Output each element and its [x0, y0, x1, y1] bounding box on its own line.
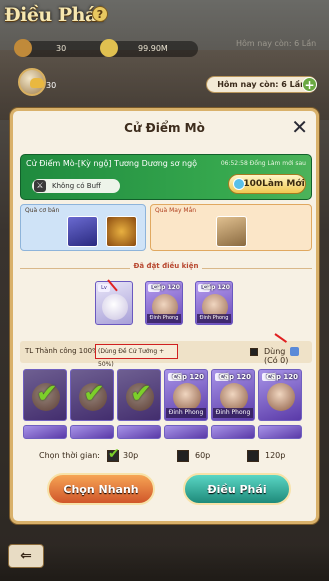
refresh-button-label: 100Làm Mới — [243, 179, 305, 189]
hero-slot-7[interactable] — [23, 425, 67, 439]
assigned-card-2[interactable]: Lv Cấp 120 Đinh Phong — [145, 281, 183, 325]
gem-icon — [233, 178, 245, 190]
luck-reward-label: Quà May Mắn — [155, 207, 197, 214]
check-icon: ✔ — [83, 379, 105, 409]
resource-2: 99.90M — [100, 39, 198, 57]
success-rate: TL Thành công 100% — [25, 347, 99, 355]
ingot-icon — [30, 78, 44, 88]
quick-select-button[interactable]: Chọn Nhanh — [47, 473, 155, 505]
dispatch-modal: Cử Điểm Mò ✕ Cử Điểm Mò-[Kỳ ngộ] Tương D… — [10, 108, 319, 524]
hero-slot-5[interactable]: Lv Cấp 120 Đinh Phong — [211, 369, 255, 421]
card-cap: Cấp 120 — [202, 284, 230, 291]
reward-item-hero-icon[interactable] — [216, 216, 247, 247]
base-reward-box: Quà cơ bản — [20, 204, 146, 251]
ingot-value: 30 — [46, 81, 57, 90]
card-cap: Cấp 120 — [266, 373, 298, 381]
card-cap: Cấp 120 — [152, 284, 180, 291]
resource-1-icon — [14, 39, 32, 57]
buff-label: Không có Buff — [52, 182, 101, 190]
card-tag: Đinh Phong — [197, 314, 231, 323]
refresh-timer: 06:52:58 Đổng Làm mới sau — [220, 160, 306, 167]
remaining-count: Hôm nay còn: 6 Lần — [206, 76, 317, 93]
time-120-checkbox[interactable] — [247, 450, 259, 462]
base-reward-label: Quà cơ bản — [25, 207, 60, 214]
hero-slot-4[interactable]: Lv Cấp 120 Đinh Phong — [164, 369, 208, 421]
hero-slot-10[interactable] — [164, 425, 208, 439]
hero-portrait — [173, 383, 201, 411]
hero-slot-6[interactable]: Lv Cấp 120 — [258, 369, 302, 421]
close-icon[interactable]: ✕ — [291, 117, 308, 137]
hero-slot-2[interactable]: ✔ — [70, 369, 114, 421]
check-icon: ✔ — [36, 379, 58, 409]
check-icon: ✔ — [108, 446, 120, 462]
bottom-band — [0, 545, 329, 581]
time-30-checkbox[interactable]: ✔ — [107, 446, 120, 462]
back-icon[interactable]: ⇐ — [8, 544, 44, 568]
hero-slot-1[interactable]: ✔ — [23, 369, 67, 421]
time-30-label: 30p — [123, 451, 139, 460]
top-bar: Điều Phái ? 30 99.90M Hôm nay còn: 6 Lần… — [0, 0, 329, 112]
assigned-card-3[interactable]: Lv Cấp 120 Đinh Phong — [195, 281, 233, 325]
luck-reward-box: Quà May Mắn — [150, 204, 312, 251]
help-icon[interactable]: ? — [92, 6, 108, 22]
card-tag: Đinh Phong — [213, 408, 253, 418]
use-text: Dùng — [264, 347, 286, 356]
card-cap: Cấp 120 — [219, 373, 251, 381]
buff-status: ⚔ Không có Buff — [32, 179, 120, 193]
bonus-note: (Dùng Đề Cử Tướng + 50%) — [95, 344, 178, 368]
dispatch-button[interactable]: Điều Phái — [183, 473, 291, 505]
page-title: Điều Phái — [4, 4, 104, 26]
refresh-button[interactable]: 100Làm Mới — [228, 174, 306, 194]
faded-remaining-text: Hôm nay còn: 6 Lần — [236, 39, 317, 48]
hero-portrait — [267, 383, 295, 411]
reward-item-book-icon[interactable] — [67, 216, 98, 247]
reward-item-gold-icon[interactable] — [106, 216, 137, 247]
use-label: Dùng (Có 0) — [264, 347, 312, 365]
modal-title: Cử Điểm Mò — [124, 121, 205, 135]
assigned-label: Đã đặt điều kiện — [133, 262, 199, 270]
time-60-label: 60p — [195, 451, 211, 460]
time-selector: Chọn thời gian: ✔ 30p 60p 120p — [13, 446, 316, 465]
time-120-label: 120p — [265, 451, 286, 460]
use-checkbox[interactable] — [250, 348, 258, 356]
hero-slot-11[interactable] — [211, 425, 255, 439]
hero-portrait — [102, 294, 128, 320]
item-icon — [289, 347, 299, 356]
use-count: (Có 0) — [264, 356, 289, 365]
hero-slot-8[interactable] — [70, 425, 114, 439]
resource-2-value: 99.90M — [138, 44, 168, 53]
card-level: Lv — [98, 284, 110, 292]
quest-banner: Cử Điểm Mò-[Kỳ ngộ] Tương Dương sơ ngộ 0… — [20, 154, 312, 200]
card-tag: Đinh Phong — [147, 314, 181, 323]
resource-1: 30 — [14, 39, 110, 57]
hero-slot-9[interactable] — [117, 425, 161, 439]
card-tag: Đinh Phong — [166, 408, 206, 418]
check-icon: ✔ — [130, 379, 152, 409]
hero-portrait — [220, 383, 248, 411]
buff-icon: ⚔ — [34, 180, 46, 192]
resource-1-value: 30 — [56, 44, 67, 53]
assigned-divider: Đã đặt điều kiện — [20, 262, 312, 272]
resource-2-icon — [100, 39, 118, 57]
time-label: Chọn thời gian: — [39, 451, 100, 460]
quest-name: Cử Điểm Mò-[Kỳ ngộ] Tương Dương sơ ngộ — [26, 159, 198, 168]
hero-slot-3[interactable]: ✔ — [117, 369, 161, 421]
card-cap: Cấp 120 — [172, 373, 204, 381]
hero-slot-12[interactable] — [258, 425, 302, 439]
success-rate-row: TL Thành công 100% (Dùng Đề Cử Tướng + 5… — [20, 341, 312, 368]
time-60-checkbox[interactable] — [177, 450, 189, 462]
add-icon[interactable]: + — [302, 77, 317, 92]
